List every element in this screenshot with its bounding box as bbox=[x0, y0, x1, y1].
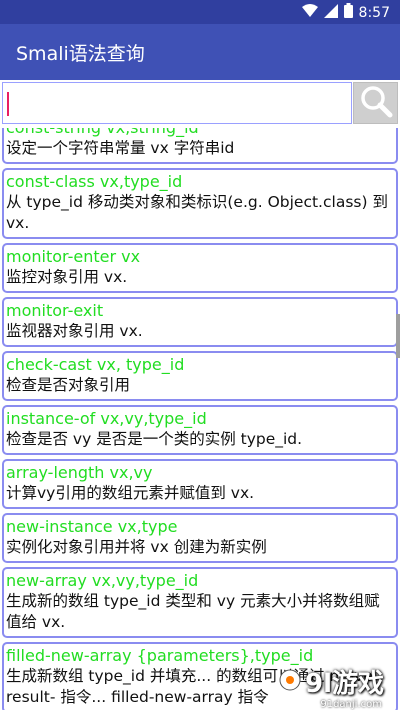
app-bar: Smali语法查询 bbox=[0, 24, 400, 80]
command-name: new-array vx,vy,type_id bbox=[6, 571, 199, 590]
command-name: instance-of vx,vy,type_id bbox=[6, 409, 207, 428]
list-item[interactable]: new-array vx,vy,type_id 生成新的数组 type_id 类型… bbox=[2, 567, 398, 638]
status-bar: 8:57 bbox=[0, 0, 400, 24]
command-name: array-length vx,vy bbox=[6, 463, 153, 482]
app-title: Smali语法查询 bbox=[16, 43, 145, 65]
list-item[interactable]: const-class vx,type_id 从 type_id 移动类对象和类标… bbox=[2, 168, 398, 239]
text-cursor bbox=[7, 92, 9, 116]
list-item[interactable]: new-instance vx,type 实例化对象引用并将 vx 创建为新实例 bbox=[2, 513, 398, 563]
command-name: monitor-exit bbox=[6, 301, 104, 320]
watermark-url: 91danji.com bbox=[320, 699, 382, 710]
watermark: 9l游戏 bbox=[279, 663, 384, 700]
command-description: 检查是否对象引用 bbox=[6, 376, 131, 394]
wifi-icon bbox=[301, 3, 318, 22]
command-description: 从 type_id 移动类对象和类标识(e.g. Object.class) 到… bbox=[6, 193, 388, 232]
smali-command-list[interactable]: const-string vx,string_id设定一个字符串常量 vx 字符… bbox=[0, 128, 400, 710]
list-item[interactable]: array-length vx,vy 计算vy引用的数组元素并赋值到 vx. bbox=[2, 459, 398, 509]
signal-icon bbox=[323, 3, 338, 22]
command-description: 检查是否 vy 是否是一个类的实例 type_id. bbox=[6, 430, 303, 448]
command-name: check-cast vx, type_id bbox=[6, 355, 185, 374]
battery-icon bbox=[343, 3, 353, 22]
command-name: new-instance vx,type bbox=[6, 517, 178, 536]
status-icons: 8:57 bbox=[301, 3, 390, 22]
list-item[interactable]: monitor-exit 监视器对象引用 vx. bbox=[2, 297, 398, 347]
command-description: 实例化对象引用并将 vx 创建为新实例 bbox=[6, 538, 267, 556]
search-button[interactable] bbox=[353, 82, 398, 124]
search-icon bbox=[359, 84, 393, 122]
command-name: monitor-enter vx bbox=[6, 247, 141, 266]
command-description: 监视器对象引用 vx. bbox=[6, 322, 143, 340]
status-time: 8:57 bbox=[358, 4, 390, 21]
list-item[interactable]: const-string vx,string_id设定一个字符串常量 vx 字符… bbox=[2, 128, 398, 164]
list-item[interactable]: instance-of vx,vy,type_id 检查是否 vy 是否是一个类的… bbox=[2, 405, 398, 455]
scrollbar-thumb[interactable] bbox=[396, 314, 400, 358]
watermark-logo-icon bbox=[279, 669, 301, 695]
search-input[interactable] bbox=[2, 82, 352, 124]
command-name: const-string vx,string_id bbox=[6, 128, 394, 138]
search-bar bbox=[0, 80, 400, 128]
list-item[interactable]: monitor-enter vx 监控对象引用 vx. bbox=[2, 243, 398, 293]
command-description: 设定一个字符串常量 vx 字符串id bbox=[6, 139, 235, 157]
list-content: const-string vx,string_id设定一个字符串常量 vx 字符… bbox=[0, 128, 400, 710]
command-description: 计算vy引用的数组元素并赋值到 vx. bbox=[6, 484, 255, 502]
watermark-logo: 9l游戏 bbox=[304, 669, 384, 699]
command-name: const-class vx,type_id bbox=[6, 172, 183, 191]
command-description: 生成新的数组 type_id 类型和 vy 元素大小并将数组赋值给 vx. bbox=[6, 592, 380, 631]
list-item[interactable]: check-cast vx, type_id 检查是否对象引用 bbox=[2, 351, 398, 401]
command-description: 监控对象引用 vx. bbox=[6, 268, 128, 286]
